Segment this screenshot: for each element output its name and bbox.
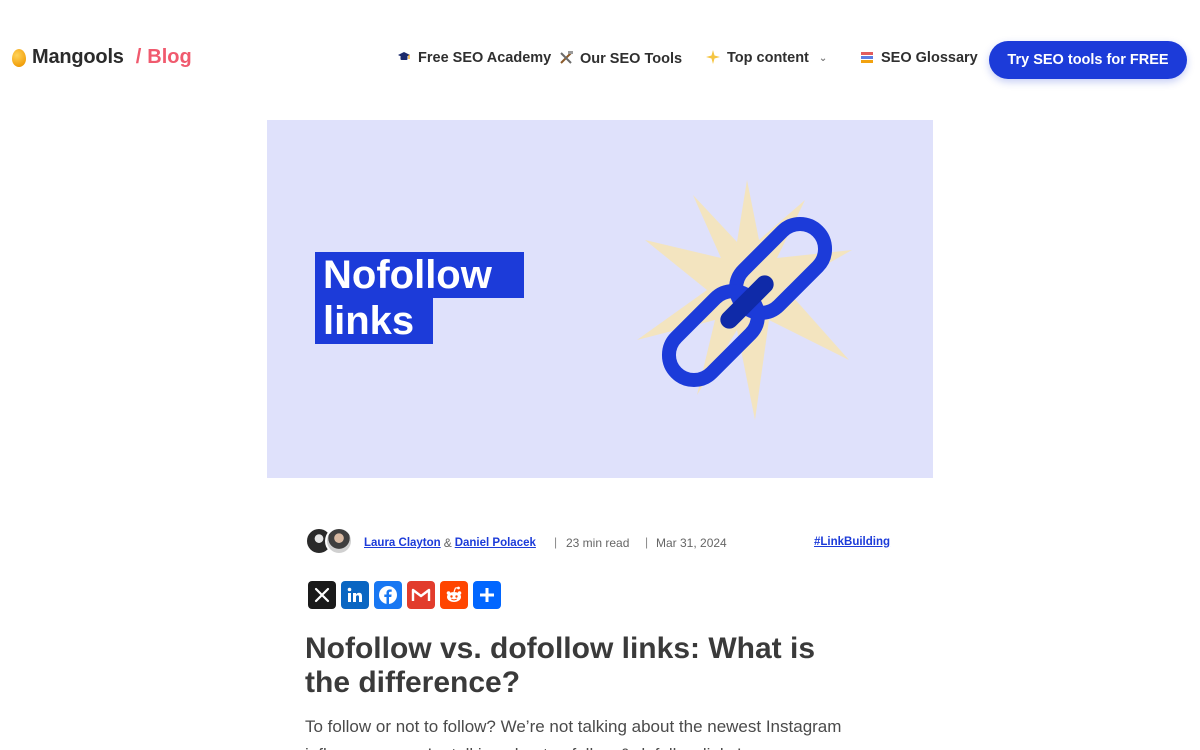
read-time: 23 min read <box>566 536 630 550</box>
share-linkedin-button[interactable] <box>341 581 369 609</box>
share-bar <box>308 581 501 609</box>
avatar <box>325 527 353 555</box>
share-more-button[interactable] <box>473 581 501 609</box>
share-facebook-button[interactable] <box>374 581 402 609</box>
share-x-button[interactable] <box>308 581 336 609</box>
author-link[interactable]: Daniel Polacek <box>455 537 536 549</box>
site-header: Mangools / Blog Free SEO Academy Our SEO… <box>0 0 1200 118</box>
hero-title-line-1: Nofollow <box>315 252 524 298</box>
nav-label: Free SEO Academy <box>418 50 552 66</box>
nav-label: SEO Glossary <box>881 50 978 66</box>
nav-label: Top content <box>727 50 809 66</box>
article-meta: Laura Clayton & Daniel Polacek | 23 min … <box>305 527 895 559</box>
tools-icon <box>558 50 574 67</box>
authors-separator: & <box>443 536 452 550</box>
x-icon <box>314 587 330 603</box>
brand-name: Mangools <box>32 46 124 68</box>
hero-title: Nofollow links <box>315 252 524 344</box>
share-gmail-button[interactable] <box>407 581 435 609</box>
mango-logo-icon <box>12 48 26 67</box>
tag-link[interactable]: #LinkBuilding <box>814 536 890 548</box>
books-icon <box>859 50 875 66</box>
nav-item-seo-tools[interactable]: Our SEO Tools <box>558 50 682 67</box>
gmail-icon <box>411 588 431 601</box>
nav-item-seo-academy[interactable]: Free SEO Academy <box>396 50 551 66</box>
article-title: Nofollow vs. dofollow links: What is the… <box>305 632 815 699</box>
hero-title-line-2: links <box>315 298 433 344</box>
reddit-icon <box>446 586 462 602</box>
meta-divider: | <box>554 535 558 549</box>
linkedin-icon <box>347 587 362 602</box>
meta-divider: | <box>645 535 649 549</box>
article-intro: To follow or not to follow? We’re not ta… <box>305 717 842 750</box>
share-reddit-button[interactable] <box>440 581 468 609</box>
nav-item-seo-glossary[interactable]: SEO Glossary <box>859 50 978 66</box>
nav-item-top-content[interactable]: Top content ⌄ <box>705 50 827 66</box>
try-seo-tools-button[interactable]: Try SEO tools for FREE <box>989 41 1187 79</box>
chevron-down-icon: ⌄ <box>818 52 828 64</box>
facebook-icon <box>379 586 397 604</box>
brand-section: Blog <box>147 46 192 68</box>
nav-label: Our SEO Tools <box>580 50 683 67</box>
broken-chain-link-icon <box>637 180 852 420</box>
authors: Laura Clayton & Daniel Polacek <box>364 536 536 550</box>
sparkle-icon <box>705 50 721 66</box>
site-logo[interactable]: Mangools / Blog <box>12 46 192 69</box>
author-link[interactable]: Laura Clayton <box>364 537 441 549</box>
hero-image: Nofollow links <box>267 120 933 478</box>
share-plus-icon <box>480 588 494 602</box>
graduation-cap-icon <box>396 51 412 65</box>
brand-separator: / <box>135 46 142 68</box>
publish-date: Mar 31, 2024 <box>656 536 727 550</box>
